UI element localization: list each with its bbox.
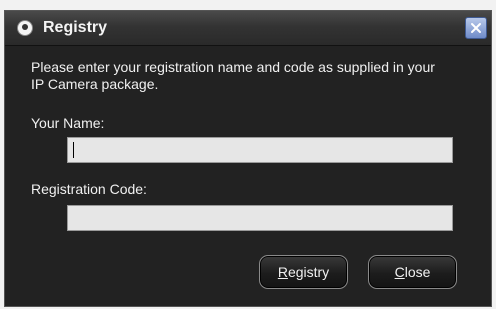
close-button[interactable]: Close xyxy=(368,255,457,289)
registry-label: egistry xyxy=(287,264,330,280)
close-mnemonic: C xyxy=(394,264,405,280)
camera-app-icon xyxy=(18,21,32,35)
registry-button[interactable]: Registry xyxy=(259,255,348,289)
text-cursor xyxy=(73,142,74,158)
your-name-input[interactable] xyxy=(67,137,453,163)
instructions-text: Please enter your registration name and … xyxy=(31,59,435,92)
close-label: lose xyxy=(404,264,431,280)
close-window-button[interactable] xyxy=(465,17,487,39)
registry-dialog: Registry Please enter your registration … xyxy=(4,10,492,307)
close-icon xyxy=(471,23,481,33)
registration-code-label: Registration Code: xyxy=(31,181,147,197)
registry-mnemonic: R xyxy=(277,264,288,280)
your-name-label: Your Name: xyxy=(31,115,105,131)
registration-code-input[interactable] xyxy=(67,205,453,231)
dialog-title: Registry xyxy=(43,19,108,36)
title-bar[interactable]: Registry xyxy=(5,11,491,46)
